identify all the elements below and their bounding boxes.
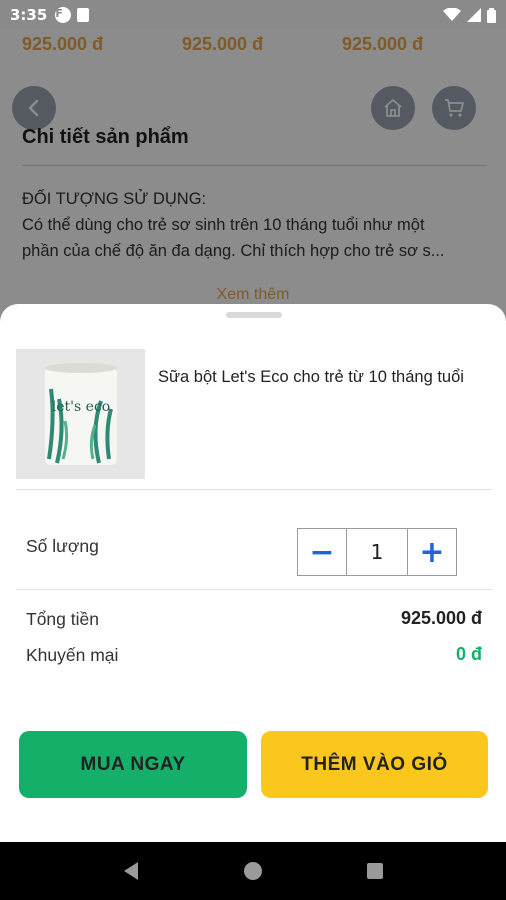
decrease-quantity-button[interactable]: − xyxy=(298,529,346,575)
quantity-value[interactable]: 1 xyxy=(346,529,408,575)
add-to-cart-button[interactable]: THÊM VÀO GIỎ xyxy=(261,731,488,798)
svg-text:let's eco: let's eco xyxy=(51,399,109,415)
nav-home-icon[interactable] xyxy=(242,860,264,882)
divider xyxy=(16,489,492,490)
notification-app-icon: F xyxy=(55,7,72,23)
product-name: Sữa bột Let's Eco cho trẻ từ 10 tháng tu… xyxy=(158,368,464,386)
total-label: Tổng tiền xyxy=(26,609,99,629)
increase-quantity-button[interactable]: + xyxy=(408,529,456,575)
battery-icon xyxy=(487,7,496,23)
status-bar: 3:35 F xyxy=(0,0,506,30)
promotion-value: 0 đ xyxy=(455,644,482,664)
product-summary: let's eco Sữa bột Let's Eco cho trẻ từ 1… xyxy=(16,349,492,489)
nav-back-icon[interactable] xyxy=(120,860,142,882)
quantity-stepper: − 1 + xyxy=(297,528,457,576)
sheet-drag-handle[interactable] xyxy=(226,312,282,318)
system-nav-bar xyxy=(0,842,506,900)
status-time: 3:35 xyxy=(10,6,48,24)
product-image: let's eco xyxy=(16,349,145,479)
buy-now-button[interactable]: MUA NGAY xyxy=(19,731,247,798)
quantity-label: Số lượng xyxy=(26,536,99,556)
nav-recents-icon[interactable] xyxy=(364,860,386,882)
wifi-icon xyxy=(443,8,461,21)
signal-icon xyxy=(467,8,481,22)
promotion-label: Khuyến mại xyxy=(26,645,119,665)
total-value: 925.000 đ xyxy=(400,608,482,628)
milk-can-image: let's eco xyxy=(44,363,117,465)
add-to-cart-sheet: let's eco Sữa bột Let's Eco cho trẻ từ 1… xyxy=(0,304,506,842)
divider xyxy=(16,589,492,590)
sd-card-icon xyxy=(77,8,90,22)
